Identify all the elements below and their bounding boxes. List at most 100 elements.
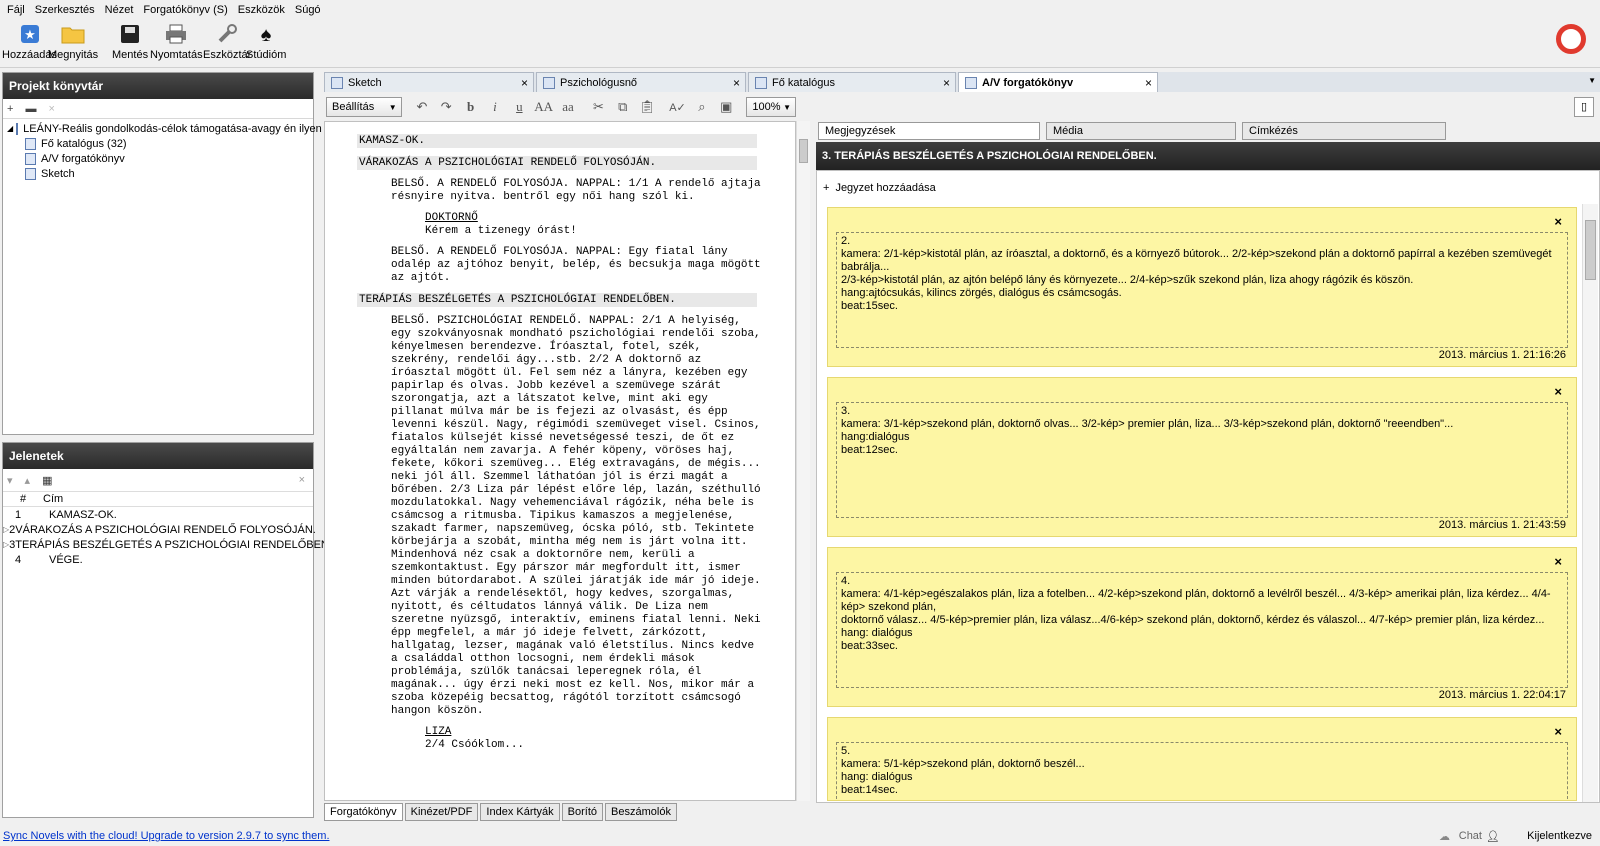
scene-heading[interactable]: KAMASZ-OK. (357, 134, 757, 148)
expand-icon[interactable]: ◢ (7, 124, 13, 133)
tools-button[interactable]: Eszköztár (203, 22, 251, 61)
add-icon[interactable]: + (7, 103, 13, 115)
bold-icon[interactable]: b (458, 99, 482, 115)
add-note-button[interactable]: + Jegyzet hozzáadása (817, 177, 1599, 199)
close-tab-icon[interactable]: × (521, 76, 528, 90)
tree-item-sketch[interactable]: Sketch (3, 166, 313, 181)
tab-layout-pdf[interactable]: Kinézet/PDF (404, 803, 479, 821)
add-note-label: Jegyzet hozzáadása (835, 182, 936, 194)
note-text[interactable]: 2. kamera: 2/1-kép>kistotál plán, az író… (836, 232, 1568, 348)
close-tab-icon[interactable]: × (1145, 76, 1152, 90)
note-date: 2013. március 1. 21:43:59 (1438, 519, 1566, 531)
paste-icon[interactable]: 📋︎ (635, 99, 659, 115)
scene-row[interactable]: 4 VÉGE. (3, 552, 313, 567)
tab-notes[interactable]: Megjegyzések (818, 122, 1040, 140)
redo-icon[interactable]: ↷ (434, 99, 458, 115)
open-label: Megnyitás (48, 49, 99, 61)
note-card[interactable]: × 4. kamera: 4/1-kép>egészalakos plán, l… (827, 547, 1577, 707)
tree-item-catalog[interactable]: Fő katalógus (32) (3, 136, 313, 151)
tab-main-catalog[interactable]: Fő katalógus × (748, 72, 956, 92)
spellcheck-icon[interactable]: A✓ (665, 101, 689, 114)
scene-row[interactable]: ▷ 2 VÁRAKOZÁS A PSZICHOLÓGIAI RENDELŐ FOLY… (3, 522, 316, 537)
tab-sketch[interactable]: Sketch × (324, 72, 534, 92)
zoom-select[interactable]: 100% (746, 97, 797, 117)
move-down-icon[interactable]: ▾ (7, 474, 13, 487)
close-icon[interactable]: × (1554, 214, 1562, 229)
scene-row[interactable]: ▷ 3 TERÁPIÁS BESZÉLGETÉS A PSZICHOLÓGIAI R… (3, 537, 332, 552)
character-name[interactable]: DOKTORNŐ (425, 212, 795, 225)
tree-item-av-script[interactable]: A/V forgatókönyv (3, 151, 313, 166)
tab-media[interactable]: Média (1046, 122, 1236, 140)
action-paragraph[interactable]: BELSŐ. A RENDELŐ FOLYOSÓJA. NAPPAL: 1/1 … (391, 178, 761, 204)
menu-help[interactable]: Súgó (290, 4, 326, 16)
tree-project[interactable]: ◢ LEÁNY-Reális gondolkodás-célok támogatá… (3, 121, 339, 136)
chat-icon[interactable]: ☁ (1439, 830, 1450, 843)
dialogue[interactable]: 2/4 Csóóklom... (425, 739, 795, 752)
sync-upgrade-link[interactable]: Sync Novels with the cloud! Upgrade to v… (3, 830, 330, 842)
note-line: doktornő válasz... 4/5-kép>premier plán,… (841, 614, 1545, 626)
undo-icon[interactable]: ↶ (410, 99, 434, 115)
action-paragraph[interactable]: BELSŐ. PSZICHOLÓGIAI RENDELŐ. NAPPAL: 2/… (391, 315, 761, 718)
chat-label[interactable]: Chat (1459, 830, 1482, 842)
tab-av-script[interactable]: A/V forgatókönyv × (958, 72, 1158, 92)
tab-index-cards[interactable]: Index Kártyák (480, 803, 560, 821)
print-button[interactable]: Nyomtatás (150, 22, 203, 61)
move-up-icon[interactable]: ▴ (25, 474, 31, 487)
scene-title: VÁRAKOZÁS A PSZICHOLÓGIAI RENDELŐ FOLYOS… (15, 523, 316, 536)
studio-button[interactable]: ♠ Stúdióm (246, 22, 286, 61)
close-icon[interactable]: × (1554, 724, 1562, 739)
scene-heading[interactable]: TERÁPIÁS BESZÉLGETÉS A PSZICHOLÓGIAI REN… (357, 293, 757, 307)
delete-icon[interactable]: × (48, 103, 54, 115)
note-card[interactable]: × 5. kamera: 5/1-kép>szekond plán, dokto… (827, 717, 1577, 801)
script-page[interactable]: KAMASZ-OK. VÁRAKOZÁS A PSZICHOLÓGIAI REN… (324, 121, 796, 801)
italic-icon[interactable]: i (483, 99, 507, 115)
tabs-menu-icon[interactable]: ▼ (1588, 76, 1596, 85)
tab-tagging[interactable]: Címkézés (1242, 122, 1446, 140)
note-card[interactable]: × 3. kamera: 3/1-kép>szekond plán, dokto… (827, 377, 1577, 537)
tab-cover[interactable]: Borító (561, 803, 604, 821)
menu-file[interactable]: Fájl (2, 4, 30, 16)
close-icon[interactable]: × (1554, 554, 1562, 569)
menu-tools[interactable]: Eszközök (233, 4, 290, 16)
notes-scrollbar[interactable] (1582, 204, 1598, 802)
lowercase-icon[interactable]: aa (556, 99, 580, 115)
note-text[interactable]: 4. kamera: 4/1-kép>egészalakos plán, liz… (836, 572, 1568, 688)
note-card[interactable]: × 2. kamera: 2/1-kép>kistotál plán, az í… (827, 207, 1577, 367)
save-button[interactable]: Mentés (112, 22, 148, 61)
panel-toggle-icon[interactable]: ▯ (1574, 97, 1594, 117)
lock-icon[interactable]: ▣ (714, 99, 738, 115)
note-text[interactable]: 5. kamera: 5/1-kép>szekond plán, doktorn… (836, 742, 1568, 800)
copy-icon[interactable]: ⧉ (611, 99, 635, 115)
document-tabs: Sketch × Pszichológusnő × Fő katalógus × A/… (324, 72, 1600, 92)
find-icon[interactable]: ⌕ (690, 99, 714, 115)
dialogue[interactable]: Kérem a tizenegy órást! (425, 225, 795, 238)
scenes-table-header: # Cím (3, 491, 313, 507)
script-scrollbar[interactable] (796, 121, 810, 801)
close-tab-icon[interactable]: × (943, 76, 950, 90)
folder-icon[interactable]: ▬ (25, 103, 36, 115)
tab-psychologist[interactable]: Pszichológusnő × (536, 72, 746, 92)
scene-row[interactable]: 1 KAMASZ-OK. (3, 507, 313, 522)
menu-edit[interactable]: Szerkesztés (30, 4, 100, 16)
underline-icon[interactable]: u (507, 99, 531, 115)
main-toolbar: ★ Hozzáadás Megnyitás Mentés Nyomtatás E… (0, 20, 1600, 68)
element-style-select[interactable]: Beállítás (326, 97, 402, 117)
open-button[interactable]: Megnyitás (48, 22, 98, 61)
cut-icon[interactable]: ✂ (586, 99, 610, 115)
close-icon[interactable]: × (1554, 384, 1562, 399)
col-number[interactable]: # (3, 493, 43, 505)
action-paragraph[interactable]: BELSŐ. A RENDELŐ FOLYOSÓJA. NAPPAL: Egy … (391, 246, 761, 285)
menu-screenplay[interactable]: Forgatókönyv (S) (138, 4, 232, 16)
note-text[interactable]: 3. kamera: 3/1-kép>szekond plán, doktorn… (836, 402, 1568, 518)
tab-reports[interactable]: Beszámolók (605, 803, 677, 821)
menu-view[interactable]: Nézet (100, 4, 139, 16)
uppercase-icon[interactable]: AA (532, 99, 556, 115)
close-icon[interactable]: × (299, 474, 305, 486)
scene-heading[interactable]: VÁRAKOZÁS A PSZICHOLÓGIAI RENDELŐ FOLYOS… (357, 156, 757, 170)
group-icon[interactable]: ▦ (42, 474, 52, 487)
character-name[interactable]: LIZA (425, 726, 795, 739)
tab-screenplay[interactable]: Forgatókönyv (324, 803, 403, 821)
col-title[interactable]: Cím (43, 493, 63, 505)
close-tab-icon[interactable]: × (733, 76, 740, 90)
logout-status[interactable]: Kijelentkezve (1527, 830, 1592, 842)
